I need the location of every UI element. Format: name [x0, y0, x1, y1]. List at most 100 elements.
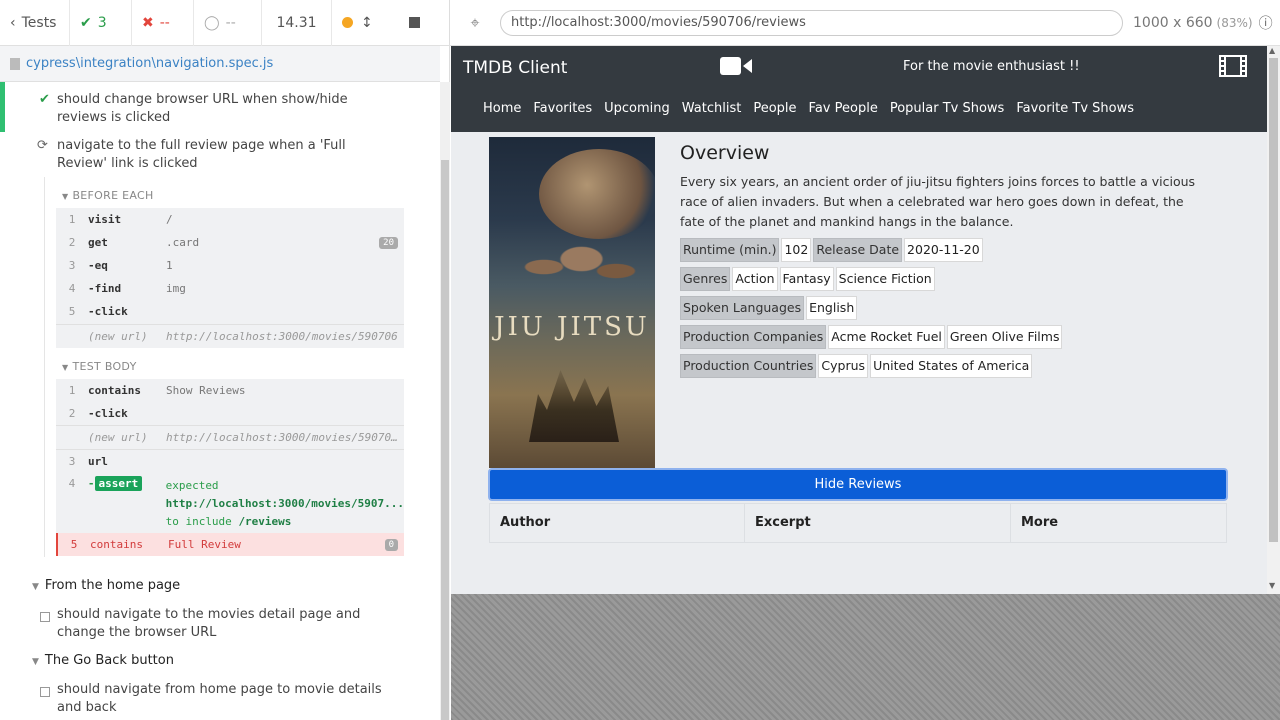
assert-command-row[interactable]: 4 - assert expected http://localhost:3000…: [56, 473, 404, 528]
genre-chip: Fantasy: [779, 267, 834, 291]
command-row[interactable]: 3 url: [56, 450, 404, 473]
nav-link-watchlist[interactable]: Watchlist: [682, 101, 742, 116]
failed-count: ✖ --: [132, 0, 194, 46]
app-viewport: TMDB Client For the movie enthusiast !! …: [451, 46, 1280, 594]
command-row[interactable]: 4 -find img: [56, 277, 404, 300]
chevron-left-icon: ‹: [10, 14, 16, 31]
genres-label: Genres: [680, 267, 731, 291]
overview-text: Every six years, an ancient order of jiu…: [680, 174, 1196, 229]
viewport-size: 1000 x 660 (83%): [1133, 14, 1253, 31]
runtime-label: Runtime (min.): [680, 238, 780, 262]
test-item-pending[interactable]: should navigate to the movies detail pag…: [0, 606, 440, 646]
auto-scroll-icon[interactable]: ↕: [361, 15, 373, 31]
column-excerpt: Excerpt: [745, 504, 1011, 542]
assert-tag: assert: [94, 476, 143, 491]
release-value: 2020-11-20: [904, 238, 983, 262]
scrollbar-thumb[interactable]: [1269, 58, 1278, 542]
caret-down-icon: ▼: [32, 657, 39, 667]
suite-home-page[interactable]: ▼ From the home page: [32, 578, 180, 593]
companies-label: Production Companies: [680, 325, 827, 349]
before-each-commands: 1 visit / 2 get .card 20 3 -eq 1 4 -find…: [56, 208, 404, 348]
reporter-scrollbar[interactable]: [440, 82, 450, 720]
hook-guide: [44, 177, 45, 557]
info-icon[interactable]: ⓘ: [1259, 13, 1273, 33]
hide-reviews-button[interactable]: Hide Reviews: [488, 468, 1228, 501]
checkbox-icon: [40, 685, 50, 703]
command-row[interactable]: 1 visit /: [56, 208, 404, 231]
brand[interactable]: TMDB Client: [463, 58, 567, 78]
nav-links: Home Favorites Upcoming Watchlist People…: [483, 101, 1146, 116]
genres-row: Genres Action Fantasy Science Fiction: [680, 267, 935, 291]
element-count-badge: 20: [379, 236, 398, 249]
command-row[interactable]: 1 contains Show Reviews: [56, 379, 404, 402]
test-body-header[interactable]: ▼ TEST BODY: [62, 360, 137, 373]
spec-file-bar: cypress\integration\navigation.spec.js: [0, 46, 440, 82]
cypress-reporter: ‹ Tests ✔ 3 ✖ -- ◯ -- 14.31 ↕ cypress\in…: [0, 0, 450, 720]
company-chip: Green Olive Films: [946, 325, 1063, 349]
nav-link-upcoming[interactable]: Upcoming: [604, 101, 670, 116]
nav-link-fav-people[interactable]: Fav People: [809, 101, 878, 116]
aut-url-bar[interactable]: http://localhost:3000/movies/590706/revi…: [500, 9, 1123, 36]
column-more: More: [1021, 515, 1059, 530]
x-icon: ✖: [142, 14, 154, 31]
reviews-table-header: Author Excerpt More: [489, 503, 1227, 543]
caret-down-icon: ▼: [62, 192, 69, 201]
test-item-passed[interactable]: ✔ should change browser URL when show/hi…: [0, 91, 440, 131]
country-chip: United States of America: [870, 354, 1033, 378]
runtime-release-row: Runtime (min.) 102 Release Date 2020-11-…: [680, 238, 983, 262]
scrollbar-thumb[interactable]: [441, 160, 449, 720]
command-row-new-url[interactable]: (new url) http://localhost:3000/movies/5…: [56, 325, 404, 348]
runtime-value: 102: [781, 238, 812, 262]
app-scrollbar[interactable]: ▲ ▼: [1267, 46, 1280, 594]
assert-message: expected http://localhost:3000/movies/59…: [165, 479, 404, 528]
viewport-background: [451, 594, 1280, 720]
languages-row: Spoken Languages English: [680, 296, 858, 320]
nav-link-popular-tv[interactable]: Popular Tv Shows: [890, 101, 1005, 116]
passed-count: ✔ 3: [70, 0, 132, 46]
check-icon: ✔: [39, 92, 50, 107]
command-row[interactable]: 5 -click: [56, 300, 404, 323]
column-author: Author: [490, 504, 745, 542]
runner-controls: ↕: [332, 0, 450, 46]
selector-playground-icon[interactable]: ⌖: [450, 13, 500, 33]
tests-button[interactable]: ‹ Tests: [0, 0, 70, 46]
duration: 14.31: [262, 0, 332, 46]
reporter-header: ‹ Tests ✔ 3 ✖ -- ◯ -- 14.31 ↕: [0, 0, 450, 46]
spec-file-link[interactable]: cypress\integration\navigation.spec.js: [26, 56, 273, 71]
tagline: For the movie enthusiast !!: [903, 59, 1080, 74]
stop-icon[interactable]: [408, 17, 420, 28]
aut-header: ⌖ http://localhost:3000/movies/590706/re…: [450, 0, 1280, 46]
element-count-badge: 0: [384, 538, 398, 551]
refresh-icon: ⟳: [37, 138, 48, 153]
nav-link-home[interactable]: Home: [483, 101, 521, 116]
command-row[interactable]: 3 -eq 1: [56, 254, 404, 277]
spinner-icon: ◯: [204, 14, 220, 31]
scroll-up-icon[interactable]: ▲: [1269, 46, 1275, 55]
suite-go-back[interactable]: ▼ The Go Back button: [32, 653, 174, 668]
test-item-pending[interactable]: should navigate from home page to movie …: [0, 681, 440, 720]
scroll-down-icon[interactable]: ▼: [1269, 581, 1275, 590]
before-each-header[interactable]: ▼ BEFORE EACH: [62, 189, 154, 202]
command-row-new-url[interactable]: (new url) http://localhost:3000/movies/5…: [56, 426, 404, 449]
command-row[interactable]: 2 -click: [56, 402, 404, 425]
caret-down-icon: ▼: [62, 363, 69, 372]
genre-chip: Action: [732, 267, 778, 291]
nav-link-people[interactable]: People: [753, 101, 796, 116]
caret-down-icon: ▼: [32, 582, 39, 592]
failed-command-row[interactable]: 5 contains Full Review 0: [56, 533, 404, 556]
command-row[interactable]: 2 get .card 20: [56, 231, 404, 254]
countries-row: Production Countries Cyprus United State…: [680, 354, 1033, 378]
test-body-commands: 1 contains Show Reviews 2 -click (new ur…: [56, 379, 404, 553]
nav-link-favorite-tv[interactable]: Favorite Tv Shows: [1016, 101, 1134, 116]
pending-count: ◯ --: [194, 0, 262, 46]
company-chip: Acme Rocket Fuel: [828, 325, 945, 349]
languages-label: Spoken Languages: [680, 296, 805, 320]
companies-row: Production Companies Acme Rocket Fuel Gr…: [680, 325, 1063, 349]
overview-heading: Overview: [680, 142, 770, 164]
navbar: TMDB Client For the movie enthusiast !! …: [451, 46, 1267, 132]
test-item-running[interactable]: ⟳ navigate to the full review page when …: [0, 137, 440, 177]
tests-label: Tests: [21, 14, 57, 31]
video-camera-icon: [720, 57, 752, 75]
film-icon: [1219, 55, 1247, 77]
nav-link-favorites[interactable]: Favorites: [533, 101, 592, 116]
